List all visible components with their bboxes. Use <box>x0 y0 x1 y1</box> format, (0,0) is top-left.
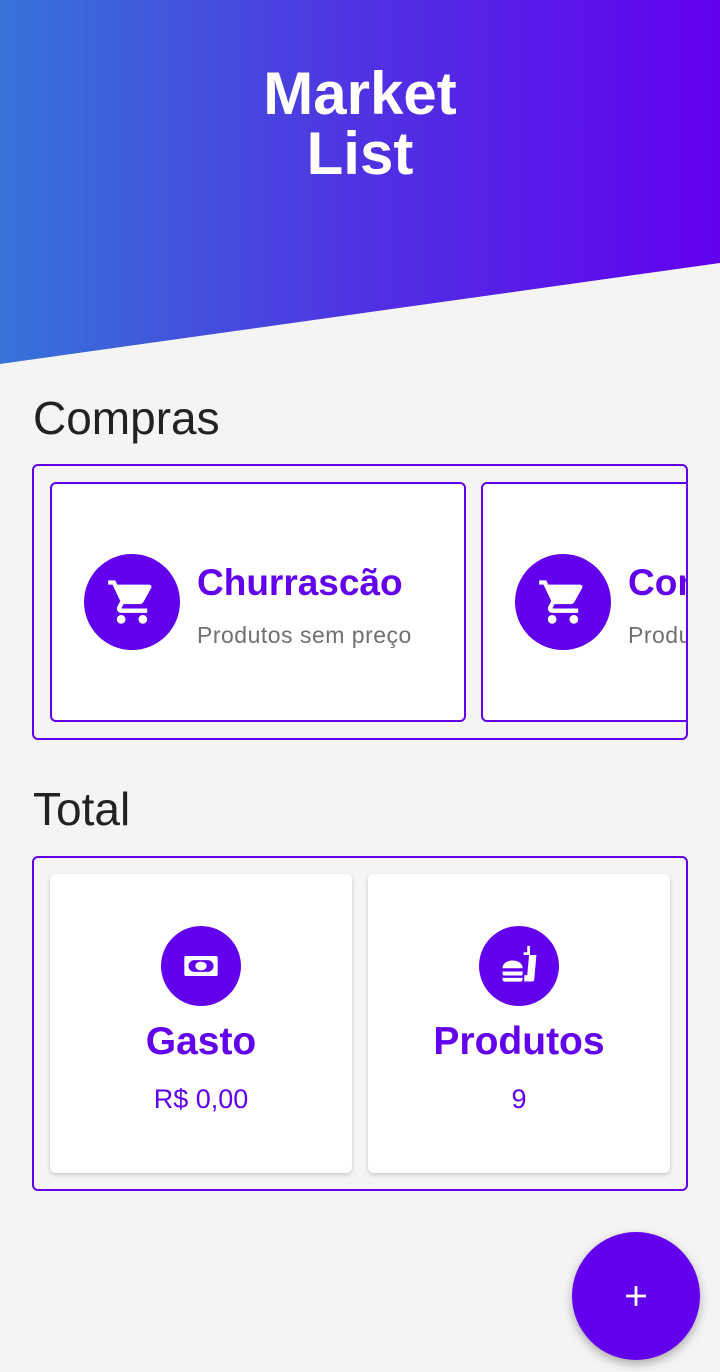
app-title-line2: List <box>306 120 414 187</box>
money-icon <box>161 926 241 1006</box>
plus-icon <box>626 1286 646 1306</box>
produtos-card: Produtos 9 <box>368 874 670 1173</box>
add-list-button[interactable] <box>572 1232 700 1360</box>
gasto-card: Gasto R$ 0,00 <box>50 874 352 1173</box>
list-name: Com <box>628 562 686 603</box>
list-subtitle: Produ <box>628 622 688 648</box>
list-card-churrascao[interactable]: Churrascão Produtos sem preço <box>50 482 466 722</box>
gasto-label: Gasto <box>145 1020 257 1063</box>
produtos-value: 9 <box>511 1084 527 1114</box>
total-section-title: Total <box>33 783 131 835</box>
gasto-value: R$ 0,00 <box>153 1084 249 1114</box>
total-container: Gasto R$ 0,00 Produtos 9 <box>32 856 688 1191</box>
compras-carousel: Churrascão Produtos sem preço Com Produ <box>50 482 688 722</box>
shopping-cart-icon <box>84 554 180 650</box>
compras-section-title: Compras <box>33 392 220 444</box>
shopping-cart-icon <box>515 554 611 650</box>
compras-list-container[interactable]: Churrascão Produtos sem preço Com Produ <box>32 464 688 740</box>
produtos-label: Produtos <box>433 1020 605 1063</box>
list-card-second[interactable]: Com Produ <box>481 482 688 722</box>
app-title: Market List <box>0 64 720 184</box>
app-screen: Market List Compras Churrascão Produtos … <box>0 0 720 1372</box>
list-subtitle: Produtos sem preço <box>197 622 412 648</box>
fastfood-icon <box>479 926 559 1006</box>
list-name: Churrascão <box>197 562 403 603</box>
app-title-line1: Market <box>263 60 457 127</box>
